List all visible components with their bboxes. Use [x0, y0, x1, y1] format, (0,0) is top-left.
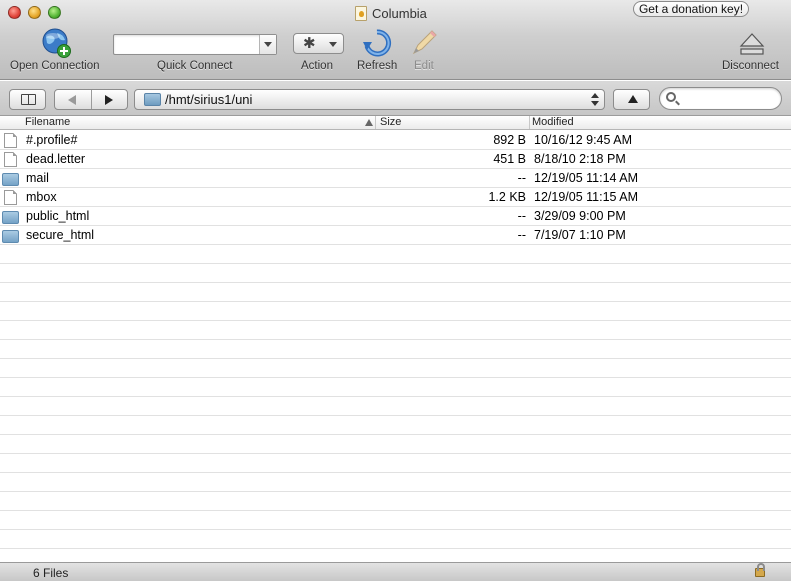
current-path: /hmt/sirius1/uni — [165, 92, 253, 107]
bookmarks-button[interactable] — [9, 89, 46, 110]
open-connection-label: Open Connection — [10, 60, 100, 72]
file-icon — [4, 190, 17, 205]
folder-icon — [2, 211, 19, 224]
quick-connect-combobox[interactable] — [113, 34, 277, 55]
back-arrow-icon[interactable] — [68, 95, 76, 105]
file-size: -- — [517, 209, 526, 223]
empty-list-row — [0, 245, 791, 264]
file-size: -- — [517, 228, 526, 242]
file-row[interactable]: dead.letter 451 B 8/18/10 2:18 PM — [0, 150, 791, 169]
empty-list-row — [0, 454, 791, 473]
forward-arrow-icon[interactable] — [105, 95, 113, 105]
empty-list-row — [0, 378, 791, 397]
empty-list-row — [0, 473, 791, 492]
file-size: 892 B — [493, 133, 526, 147]
empty-list-row — [0, 321, 791, 340]
file-name: #.profile# — [26, 133, 78, 147]
empty-list-row — [0, 359, 791, 378]
folder-icon — [2, 230, 19, 243]
column-header-bar: Filename Size Modified — [0, 116, 791, 130]
quick-connect-label: Quick Connect — [157, 60, 233, 72]
column-header-filename[interactable]: Filename — [0, 116, 376, 129]
updown-arrows-icon — [591, 93, 599, 106]
file-name: mail — [26, 171, 49, 185]
file-name: mbox — [26, 190, 57, 204]
file-modified: 8/18/10 2:18 PM — [534, 152, 626, 166]
file-icon — [4, 133, 17, 148]
caret-down-icon — [329, 42, 337, 47]
back-forward-control — [54, 89, 128, 110]
lock-icon — [755, 563, 765, 577]
file-browser-list[interactable]: #.profile# 892 B 10/16/12 9:45 AM dead.l… — [0, 131, 791, 562]
file-modified: 3/29/09 9:00 PM — [534, 209, 626, 223]
action-label: Action — [301, 60, 333, 72]
empty-list-row — [0, 416, 791, 435]
quick-connect-input[interactable] — [116, 36, 258, 53]
parent-directory-button[interactable] — [613, 89, 650, 110]
action-menu-button[interactable]: ✱ — [293, 33, 344, 54]
empty-list-row — [0, 435, 791, 454]
zoom-window-button[interactable] — [48, 6, 61, 19]
disconnect-label: Disconnect — [722, 60, 779, 72]
file-modified: 10/16/12 9:45 AM — [534, 133, 632, 147]
book-icon — [21, 94, 36, 105]
minimize-window-button[interactable] — [28, 6, 41, 19]
file-name: secure_html — [26, 228, 95, 242]
column-header-size[interactable]: Size — [377, 116, 530, 129]
search-icon — [666, 92, 676, 102]
file-icon — [4, 152, 17, 167]
file-size: -- — [517, 171, 526, 185]
sort-ascending-icon — [365, 119, 373, 126]
segment-divider — [91, 90, 92, 109]
file-row[interactable]: mbox 1.2 KB 12/19/05 11:15 AM — [0, 188, 791, 207]
file-row[interactable]: #.profile# 892 B 10/16/12 9:45 AM — [0, 131, 791, 150]
file-row[interactable]: mail -- 12/19/05 11:14 AM — [0, 169, 791, 188]
refresh-label: Refresh — [357, 60, 398, 72]
folder-icon — [144, 93, 161, 106]
empty-list-row — [0, 264, 791, 283]
empty-list-row — [0, 302, 791, 321]
window-title: Columbia — [355, 5, 427, 21]
file-name: public_html — [26, 209, 90, 223]
pencil-icon — [412, 30, 437, 55]
window-title-text: Columbia — [372, 5, 427, 21]
folder-icon — [2, 173, 19, 186]
search-field[interactable] — [659, 87, 782, 110]
file-modified: 12/19/05 11:14 AM — [534, 171, 639, 185]
document-icon — [355, 5, 367, 21]
file-size: 451 B — [493, 152, 526, 166]
empty-list-row — [0, 283, 791, 302]
file-row[interactable]: public_html -- 3/29/09 9:00 PM — [0, 207, 791, 226]
file-modified: 12/19/05 11:15 AM — [534, 190, 639, 204]
gear-icon: ✱ — [303, 35, 316, 52]
refresh-icon — [363, 29, 391, 57]
globe-add-icon — [42, 28, 71, 58]
empty-list-row — [0, 511, 791, 530]
empty-list-row — [0, 340, 791, 359]
edit-label: Edit — [414, 60, 434, 72]
chevron-down-icon[interactable] — [259, 35, 276, 54]
search-input[interactable] — [682, 91, 776, 106]
file-row[interactable]: secure_html -- 7/19/07 1:10 PM — [0, 226, 791, 245]
column-header-modified[interactable]: Modified — [531, 116, 791, 129]
status-text: 6 Files — [33, 566, 69, 580]
donation-key-button[interactable]: Get a donation key! — [633, 1, 749, 17]
empty-list-row — [0, 397, 791, 416]
status-bar: 6 Files — [0, 562, 791, 581]
file-name: dead.letter — [26, 152, 86, 166]
window-toolbar: Columbia Get a donation key! Open Connec… — [0, 0, 791, 80]
close-window-button[interactable] — [8, 6, 21, 19]
empty-list-row — [0, 492, 791, 511]
file-modified: 7/19/07 1:10 PM — [534, 228, 626, 242]
file-size: 1.2 KB — [488, 190, 526, 204]
eject-icon — [739, 33, 765, 55]
up-arrow-icon — [628, 95, 638, 103]
path-popup-button[interactable]: /hmt/sirius1/uni — [134, 89, 605, 110]
empty-list-row — [0, 530, 791, 549]
